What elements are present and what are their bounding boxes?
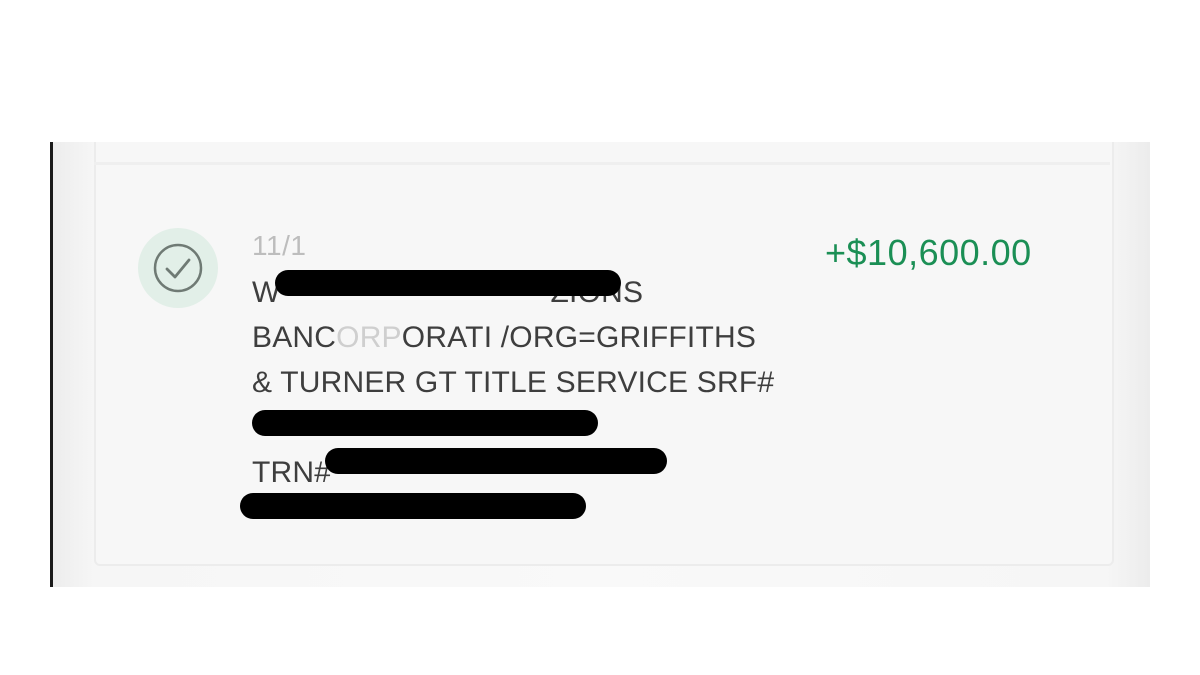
description-line-2-part-a: BANC [252, 321, 337, 354]
redaction-bar [325, 448, 667, 474]
description-line-2-faded: ORP [336, 321, 402, 354]
description-line-2: BANCORPORATI /ORG=GRIFFITHS [252, 315, 812, 360]
status-indicator [138, 228, 218, 308]
transaction-screen: 11/1 WZIONS BANCORPORATI /ORG=GRIFFITHS … [50, 142, 1150, 587]
divider [94, 162, 1110, 165]
transaction-amount: +$10,600.00 [825, 232, 1032, 273]
transaction-date: 11/1 [252, 230, 307, 261]
redaction-bar [252, 410, 598, 436]
screen-bezel-edge [50, 142, 53, 587]
description-line-2-part-b: ORATI /ORG=GRIFFITHS [401, 321, 757, 354]
description-line-3: & TURNER GT TITLE SERVICE SRF# [252, 366, 775, 399]
check-circle-icon [153, 243, 203, 293]
redaction-bar [275, 270, 621, 296]
redaction-bar [240, 493, 586, 519]
